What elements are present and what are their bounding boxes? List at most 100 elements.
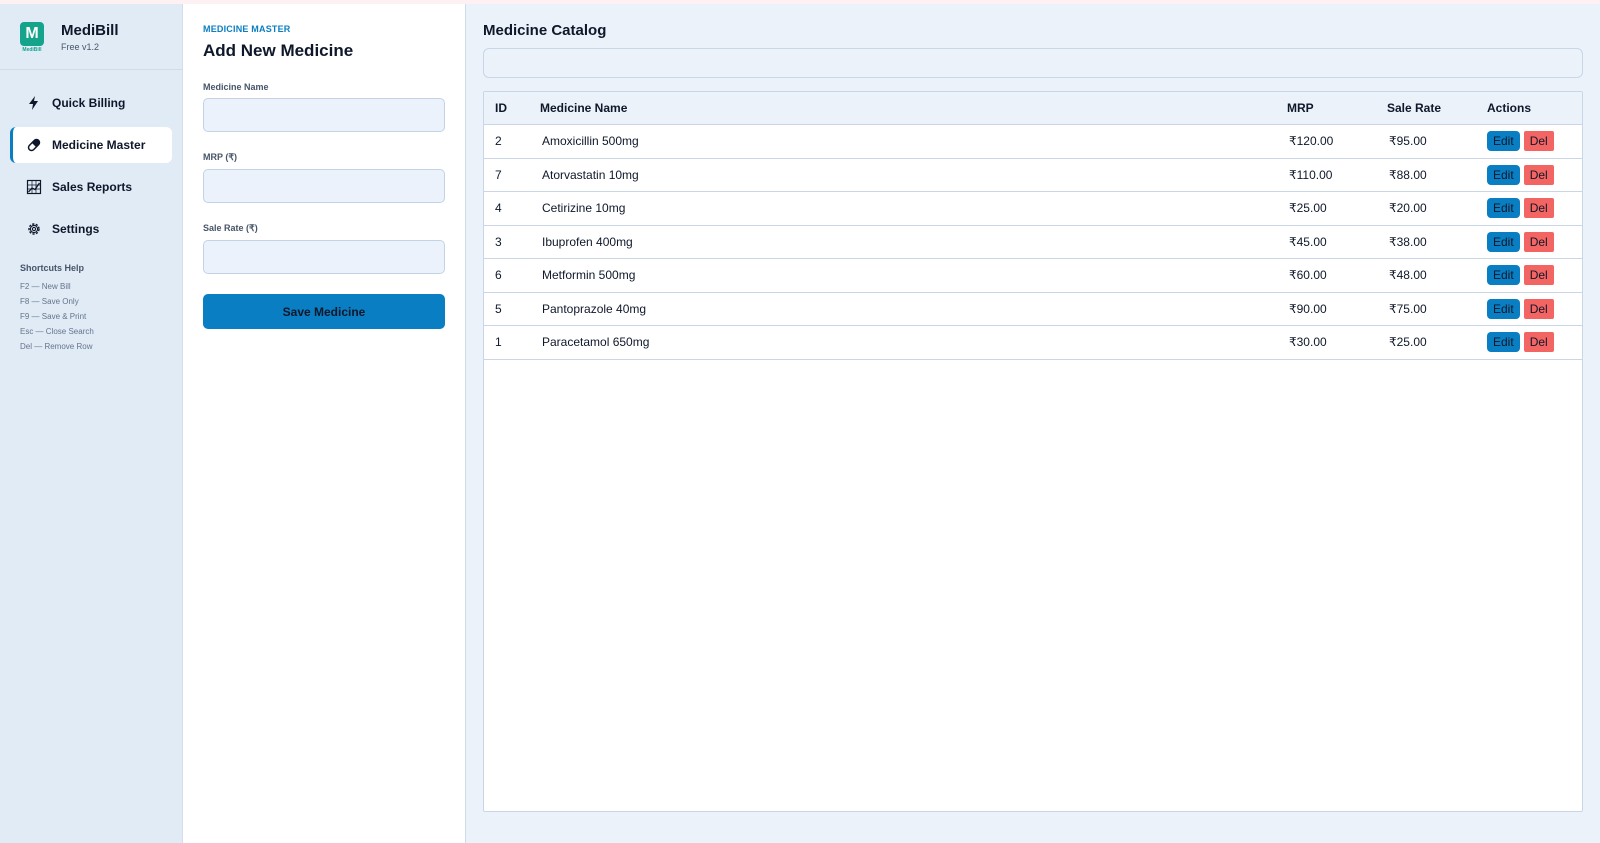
add-medicine-panel: MEDICINE MASTER Add New Medicine Medicin… <box>183 4 466 843</box>
sale-rate-input[interactable] <box>203 240 445 274</box>
edit-button[interactable]: Edit <box>1487 298 1520 319</box>
column-header-sale-rate: Sale Rate <box>1387 101 1442 115</box>
table-row: 3 Ibuprofen 400mg ₹45.00 ₹38.00 Edit Del <box>484 226 1582 259</box>
table-row: 5 Pantoprazole 40mg ₹90.00 ₹75.00 Edit D… <box>484 293 1582 326</box>
edit-button[interactable]: Edit <box>1487 231 1520 252</box>
table-row: 6 Metformin 500mg ₹60.00 ₹48.00 Edit Del <box>484 259 1582 293</box>
medicine-name-input[interactable] <box>203 98 445 132</box>
sidebar-item-medicine-master[interactable]: Medicine Master <box>10 127 172 163</box>
cell-id: 7 <box>495 167 502 182</box>
shortcuts-help: Shortcuts Help F2 — New Bill F8 — Save O… <box>0 253 182 357</box>
medicine-table: ID Medicine Name MRP Sale Rate Actions 2… <box>483 91 1583 812</box>
edit-button[interactable]: Edit <box>1487 198 1520 219</box>
cell-id: 5 <box>495 301 502 316</box>
cell-sale-rate: ₹38.00 <box>1389 234 1427 249</box>
shortcut-item: Del — Remove Row <box>20 342 93 351</box>
shortcuts-header: Shortcuts Help <box>20 263 85 273</box>
sidebar-item-quick-billing[interactable]: Quick Billing <box>10 85 172 121</box>
delete-button[interactable]: Del <box>1523 131 1554 152</box>
cell-id: 4 <box>495 201 502 216</box>
sidebar-item-label: Medicine Master <box>52 138 146 152</box>
logo-caption: MediBill <box>22 46 42 53</box>
mrp-label: MRP (₹) <box>203 152 238 162</box>
cell-name: Paracetamol 650mg <box>542 335 650 350</box>
logo-icon: M <box>20 21 44 46</box>
delete-button[interactable]: Del <box>1523 265 1554 286</box>
delete-button[interactable]: Del <box>1523 198 1554 219</box>
shortcut-item: Esc — Close Search <box>20 327 94 336</box>
cell-sale-rate: ₹95.00 <box>1389 134 1427 149</box>
cell-actions: Edit Del <box>1487 298 1582 319</box>
form-title: Add New Medicine <box>203 41 354 60</box>
mrp-input[interactable] <box>203 169 445 203</box>
shortcut-item: F9 — Save & Print <box>20 312 87 321</box>
pill-icon <box>27 138 41 152</box>
cell-id: 3 <box>495 234 502 249</box>
sidebar-item-label: Settings <box>52 222 100 236</box>
delete-button[interactable]: Del <box>1523 231 1554 252</box>
sidebar-item-label: Sales Reports <box>52 180 133 194</box>
cell-mrp: ₹45.00 <box>1289 234 1327 249</box>
chart-icon <box>26 179 42 195</box>
shortcut-item: F8 — Save Only <box>20 297 79 306</box>
medicine-name-label: Medicine Name <box>203 82 269 92</box>
cell-mrp: ₹60.00 <box>1289 268 1327 283</box>
table-row: 1 Paracetamol 650mg ₹30.00 ₹25.00 Edit D… <box>484 326 1582 360</box>
delete-button[interactable]: Del <box>1523 298 1554 319</box>
cell-mrp: ₹25.00 <box>1289 201 1327 216</box>
cell-actions: Edit Del <box>1487 265 1582 286</box>
cell-actions: Edit Del <box>1487 231 1582 252</box>
cell-actions: Edit Del <box>1487 131 1582 152</box>
edit-button[interactable]: Edit <box>1487 131 1520 152</box>
section-eyebrow: MEDICINE MASTER <box>203 24 291 34</box>
bolt-icon <box>29 96 38 110</box>
edit-button[interactable]: Edit <box>1487 332 1520 353</box>
table-row: 2 Amoxicillin 500mg ₹120.00 ₹95.00 Edit … <box>484 125 1582 159</box>
cell-sale-rate: ₹48.00 <box>1389 268 1427 283</box>
app-version: Free v1.2 <box>61 41 100 52</box>
sidebar-nav: Quick Billing Medicine Master Sales Repo… <box>0 70 182 247</box>
cell-mrp: ₹90.00 <box>1289 301 1327 316</box>
cell-name: Cetirizine 10mg <box>542 201 626 216</box>
delete-button[interactable]: Del <box>1523 332 1554 353</box>
catalog-search-input[interactable] <box>483 48 1583 78</box>
gear-icon <box>28 223 40 235</box>
sidebar-item-sales-reports[interactable]: Sales Reports <box>10 169 172 205</box>
sidebar: M MediBill MediBill Free v1.2 Quick Bill… <box>0 4 183 843</box>
shortcut-item: F2 — New Bill <box>20 282 71 291</box>
cell-mrp: ₹30.00 <box>1289 335 1327 350</box>
cell-sale-rate: ₹88.00 <box>1389 167 1427 182</box>
cell-name: Pantoprazole 40mg <box>542 301 647 316</box>
app-name: MediBill <box>61 21 119 39</box>
sidebar-item-settings[interactable]: Settings <box>10 211 172 247</box>
cell-sale-rate: ₹75.00 <box>1389 301 1427 316</box>
cell-id: 6 <box>495 268 502 283</box>
column-header-id: ID <box>495 101 507 115</box>
edit-button[interactable]: Edit <box>1487 265 1520 286</box>
catalog-title: Medicine Catalog <box>483 22 607 39</box>
sale-rate-label: Sale Rate (₹) <box>203 223 258 233</box>
cell-sale-rate: ₹25.00 <box>1389 335 1427 350</box>
column-header-actions: Actions <box>1487 101 1532 115</box>
catalog-panel: Medicine Catalog ID Medicine Name MRP Sa… <box>466 4 1600 843</box>
cell-actions: Edit Del <box>1487 164 1582 185</box>
table-header: ID Medicine Name MRP Sale Rate Actions <box>484 92 1582 125</box>
table-row: 7 Atorvastatin 10mg ₹110.00 ₹88.00 Edit … <box>484 159 1582 192</box>
cell-name: Ibuprofen 400mg <box>542 234 633 249</box>
column-header-mrp: MRP <box>1287 101 1314 115</box>
cell-actions: Edit Del <box>1487 198 1582 219</box>
cell-sale-rate: ₹20.00 <box>1389 201 1427 216</box>
cell-id: 1 <box>495 335 502 350</box>
table-row: 4 Cetirizine 10mg ₹25.00 ₹20.00 Edit Del <box>484 192 1582 226</box>
save-medicine-button[interactable]: Save Medicine <box>203 294 445 329</box>
cell-id: 2 <box>495 134 502 149</box>
cell-mrp: ₹120.00 <box>1289 134 1334 149</box>
sidebar-item-label: Quick Billing <box>52 96 126 110</box>
column-header-name: Medicine Name <box>540 101 628 115</box>
cell-name: Amoxicillin 500mg <box>542 134 639 149</box>
delete-button[interactable]: Del <box>1523 164 1554 185</box>
edit-button[interactable]: Edit <box>1487 164 1520 185</box>
app-logo: M MediBill <box>20 21 44 53</box>
cell-name: Metformin 500mg <box>542 268 636 283</box>
app-window: M MediBill MediBill Free v1.2 Quick Bill… <box>0 4 1600 843</box>
